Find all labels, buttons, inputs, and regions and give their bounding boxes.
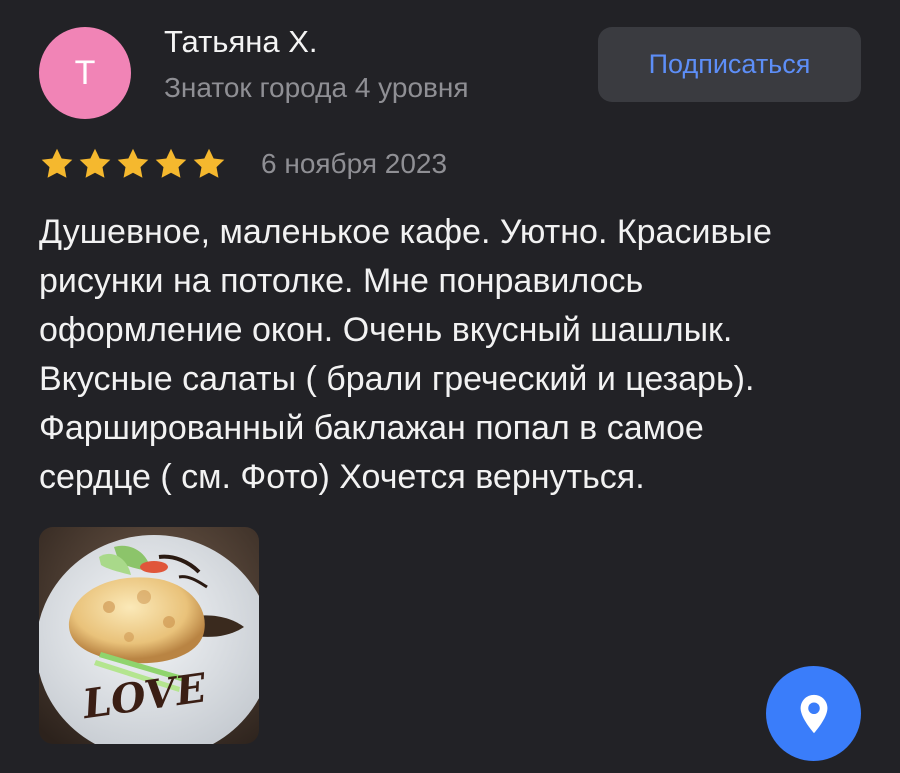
avatar-initial: Т — [74, 53, 96, 92]
star-rating — [39, 146, 227, 182]
review-date: 6 ноября 2023 — [261, 148, 448, 179]
subscribe-button-label: Подписаться — [648, 49, 811, 79]
avatar[interactable]: Т — [39, 27, 131, 119]
star-icon — [41, 148, 73, 178]
review-text: Душевное, маленькое кафе. Уютно. Красивы… — [39, 213, 772, 496]
author-level: Знаток города 4 уровня — [164, 72, 469, 103]
review-photo[interactable]: LOVE — [39, 527, 259, 744]
author-name[interactable]: Татьяна Х. — [164, 24, 318, 60]
map-pin-icon — [800, 694, 827, 733]
map-location-fab[interactable] — [766, 666, 861, 761]
star-icon — [79, 148, 111, 178]
star-icon — [117, 148, 149, 178]
subscribe-button[interactable]: Подписаться — [598, 27, 861, 102]
food-photo-image: LOVE — [39, 527, 259, 744]
star-icon — [193, 148, 225, 178]
star-icon — [155, 148, 187, 178]
rating-row: 6 ноября 2023 — [39, 146, 447, 182]
